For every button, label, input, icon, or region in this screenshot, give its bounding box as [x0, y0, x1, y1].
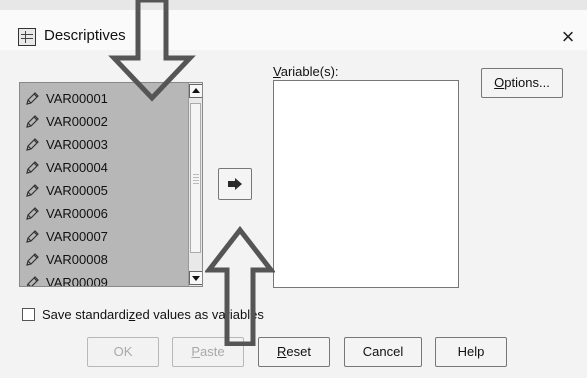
- descriptives-icon: [18, 28, 36, 46]
- scale-variable-icon: [26, 91, 39, 105]
- list-item-label: VAR00001: [46, 91, 108, 106]
- list-item[interactable]: VAR00003: [20, 133, 188, 156]
- scale-variable-icon: [26, 275, 39, 286]
- ok-button[interactable]: OK: [87, 337, 159, 367]
- arrow-right-icon: [228, 178, 242, 190]
- variables-label-mnemonic: V: [273, 64, 281, 79]
- checkbox-label-part1: Save standardi: [42, 306, 129, 322]
- variables-label-text: ariable(s):: [280, 64, 339, 79]
- descriptives-dialog: Descriptives × VAR00001 VAR00002 VAR00003 V…: [0, 0, 587, 378]
- list-item[interactable]: VAR00001: [20, 87, 188, 110]
- list-item[interactable]: VAR00008: [20, 248, 188, 271]
- list-item[interactable]: VAR00007: [20, 225, 188, 248]
- list-item[interactable]: VAR00002: [20, 110, 188, 133]
- scroll-up-icon[interactable]: [189, 84, 202, 98]
- close-button[interactable]: ×: [556, 22, 580, 52]
- checkbox-label-part2: ed values as variables: [135, 306, 264, 322]
- reset-mnemonic: R: [277, 344, 287, 359]
- list-item-label: VAR00002: [46, 114, 108, 129]
- list-item-label: VAR00006: [46, 206, 108, 221]
- help-button[interactable]: Help: [435, 337, 507, 367]
- scale-variable-icon: [26, 160, 39, 174]
- source-variable-list[interactable]: VAR00001 VAR00002 VAR00003 VAR00004 VAR00005…: [19, 82, 203, 287]
- title-bar: Descriptives ×: [0, 10, 587, 50]
- list-item-label: VAR00004: [46, 160, 108, 175]
- paste-button[interactable]: Paste: [172, 337, 244, 367]
- options-button[interactable]: Options...: [481, 68, 563, 98]
- scale-variable-icon: [26, 206, 39, 220]
- reset-text: eset: [286, 344, 311, 359]
- scale-variable-icon: [26, 114, 39, 128]
- list-item[interactable]: VAR00005: [20, 179, 188, 202]
- reset-button[interactable]: Reset: [258, 337, 330, 367]
- paste-text: aste: [200, 344, 225, 359]
- list-item-label: VAR00008: [46, 252, 108, 267]
- scale-variable-icon: [26, 229, 39, 243]
- top-strip: [0, 0, 587, 10]
- up-annotation-arrow-icon: [205, 226, 275, 346]
- list-item-label: VAR00009: [46, 275, 108, 287]
- target-variable-list[interactable]: [273, 80, 459, 288]
- list-item-label: VAR00005: [46, 183, 108, 198]
- options-mnemonic: O: [494, 75, 505, 90]
- scroll-grip-icon: [193, 174, 199, 186]
- list-item[interactable]: VAR00006: [20, 202, 188, 225]
- paste-mnemonic: P: [191, 344, 201, 359]
- save-standardized-checkbox[interactable]: [22, 307, 35, 321]
- save-standardized-checkbox-row[interactable]: Save standardi z ed values as variables: [22, 305, 264, 323]
- scale-variable-icon: [26, 137, 39, 151]
- scale-variable-icon: [26, 183, 39, 197]
- list-item[interactable]: VAR00009: [20, 271, 188, 287]
- move-to-variables-button[interactable]: [218, 168, 252, 200]
- cancel-button[interactable]: Cancel: [344, 337, 422, 367]
- source-items: VAR00001 VAR00002 VAR00003 VAR00004 VAR00005…: [20, 87, 188, 287]
- source-scrollbar[interactable]: [188, 83, 202, 286]
- scale-variable-icon: [26, 252, 39, 266]
- list-item[interactable]: VAR00004: [20, 156, 188, 179]
- options-text: ptions...: [504, 75, 550, 90]
- scroll-down-icon[interactable]: [189, 271, 202, 285]
- dialog-title: Descriptives: [44, 27, 126, 44]
- scroll-thumb[interactable]: [190, 103, 201, 253]
- variables-label: Variable(s):: [273, 64, 339, 79]
- list-item-label: VAR00003: [46, 137, 108, 152]
- list-item-label: VAR00007: [46, 229, 108, 244]
